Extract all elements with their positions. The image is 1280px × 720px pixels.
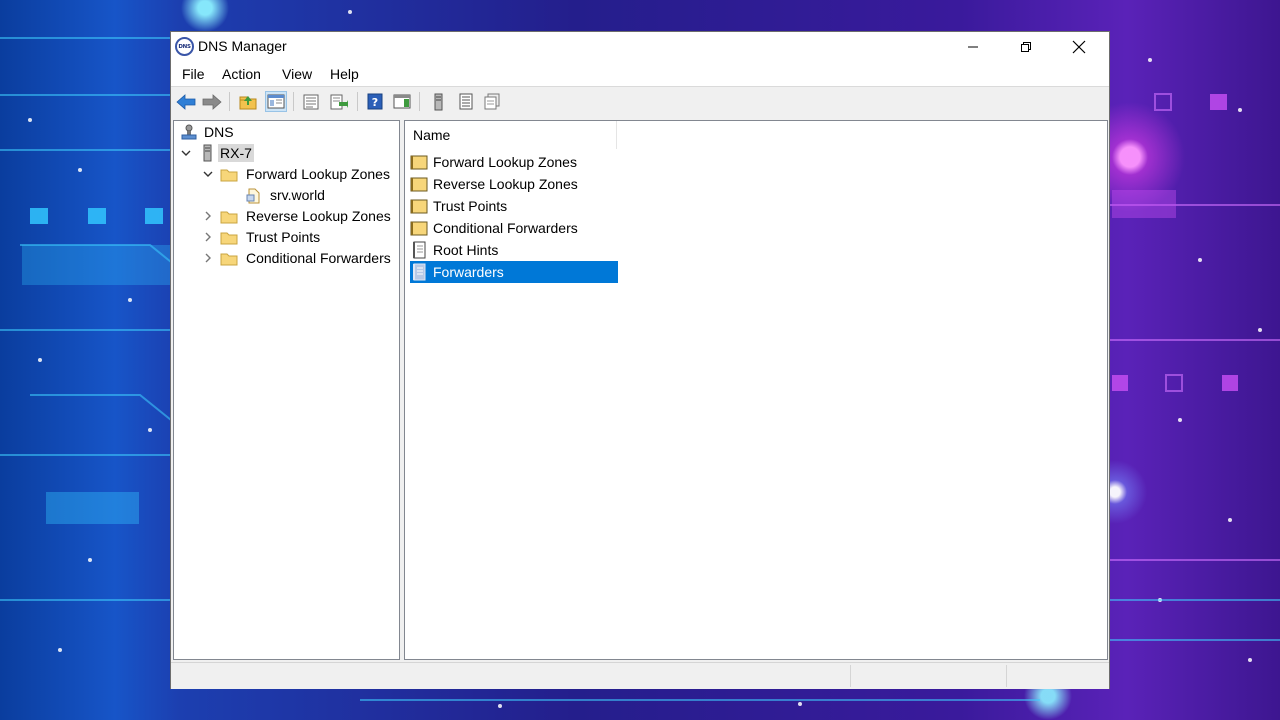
- properties-icon: [303, 94, 319, 109]
- window-title: DNS Manager: [198, 38, 287, 54]
- tree-label-server: RX-7: [218, 144, 254, 162]
- back-button[interactable]: [175, 91, 197, 112]
- back-icon: [176, 93, 196, 110]
- list-item-label: Conditional Forwarders: [433, 220, 578, 236]
- list-item-label: Forward Lookup Zones: [433, 154, 577, 170]
- status-separator: [1006, 665, 1007, 687]
- export-list-icon: [330, 94, 348, 109]
- list-view-icon: [459, 93, 473, 110]
- tree-node-zone[interactable]: srv.world: [244, 185, 327, 205]
- list-item[interactable]: Reverse Lookup Zones: [410, 173, 618, 195]
- toolbar-separator: [229, 92, 230, 111]
- toolbar: ?: [171, 86, 1109, 115]
- status-bar: [171, 662, 1109, 689]
- chevron-right-icon[interactable]: [202, 248, 214, 268]
- toolbar-separator: [357, 92, 358, 111]
- chevron-right-icon[interactable]: [202, 206, 214, 226]
- list-item[interactable]: Root Hints: [410, 239, 618, 261]
- tree-node-conditional-forwarders[interactable]: Conditional Forwarders: [202, 248, 393, 268]
- server-button[interactable]: [427, 91, 449, 112]
- tree-node-trust-points[interactable]: Trust Points: [202, 227, 322, 247]
- dns-root-icon: [180, 124, 198, 140]
- column-header-name[interactable]: Name: [405, 121, 617, 149]
- list-item[interactable]: Trust Points: [410, 195, 618, 217]
- status-separator: [850, 665, 851, 687]
- folder-icon: [410, 220, 428, 236]
- folder-icon: [410, 176, 428, 192]
- folder-icon: [410, 154, 428, 170]
- copy-icon: [484, 93, 500, 110]
- tree-label: Forward Lookup Zones: [246, 166, 390, 182]
- server-icon: [198, 144, 216, 162]
- folder-icon: [220, 250, 238, 266]
- folder-icon: [220, 166, 238, 182]
- console-tree-pane[interactable]: DNS RX-7 Forward Lookup Zones srv.world …: [173, 120, 400, 660]
- close-button[interactable]: [1052, 32, 1106, 62]
- chevron-right-icon[interactable]: [202, 227, 214, 247]
- chevron-down-icon[interactable]: [202, 164, 214, 184]
- menu-view[interactable]: View: [277, 64, 317, 84]
- forward-button[interactable]: [201, 91, 223, 112]
- minimize-button[interactable]: [946, 32, 1000, 62]
- up-level-button[interactable]: [237, 91, 259, 112]
- menu-help[interactable]: Help: [325, 64, 364, 84]
- tree-label: srv.world: [270, 187, 325, 203]
- tree-node-dns[interactable]: DNS: [180, 122, 236, 142]
- toolbar-separator: [293, 92, 294, 111]
- chevron-down-icon[interactable]: [180, 143, 192, 163]
- menu-file[interactable]: File: [177, 64, 210, 84]
- list-item-selected[interactable]: Forwarders: [410, 261, 618, 283]
- minimize-icon: [968, 46, 978, 48]
- show-hide-console-tree-button[interactable]: [265, 91, 287, 112]
- copy-button[interactable]: [481, 91, 503, 112]
- properties-button[interactable]: [300, 91, 322, 112]
- help-icon: ?: [367, 93, 383, 110]
- server-icon: [434, 93, 443, 110]
- folder-icon: [220, 229, 238, 245]
- forwarders-icon: [410, 263, 428, 281]
- svg-text:?: ?: [372, 96, 378, 109]
- zone-icon: [244, 187, 262, 203]
- list-item[interactable]: Conditional Forwarders: [410, 217, 618, 239]
- menu-action[interactable]: Action: [217, 64, 266, 84]
- restore-button[interactable]: [999, 32, 1053, 62]
- up-level-icon: [239, 95, 257, 109]
- document-icon: [410, 241, 428, 259]
- toolbar-separator: [419, 92, 420, 111]
- list-item-label: Reverse Lookup Zones: [433, 176, 578, 192]
- tree-node-server[interactable]: RX-7: [180, 143, 254, 163]
- tree-node-reverse-lookup-zones[interactable]: Reverse Lookup Zones: [202, 206, 393, 226]
- list-item[interactable]: Forward Lookup Zones: [410, 151, 618, 173]
- title-bar[interactable]: DNS DNS Manager: [171, 32, 1109, 62]
- results-pane[interactable]: Name Forward Lookup Zones Reverse Lookup…: [404, 120, 1108, 660]
- tree-label: Trust Points: [246, 229, 321, 245]
- action-pane-button[interactable]: [391, 91, 413, 112]
- restore-icon: [1021, 42, 1031, 52]
- folder-icon: [220, 208, 238, 224]
- list-item-label: Trust Points: [433, 198, 508, 214]
- dns-manager-window: DNS DNS Manager File Action View Help ? …: [171, 32, 1109, 689]
- column-header-label: Name: [413, 127, 451, 143]
- list-item-label: Root Hints: [433, 242, 499, 258]
- help-button[interactable]: ?: [364, 91, 386, 112]
- tree-label-dns: DNS: [204, 124, 234, 140]
- forward-icon: [202, 93, 222, 110]
- export-list-button[interactable]: [328, 91, 350, 112]
- action-pane-icon: [393, 94, 411, 109]
- menu-bar: File Action View Help: [171, 62, 1109, 86]
- folder-icon: [410, 198, 428, 214]
- tree-label: Conditional Forwarders: [246, 250, 391, 266]
- close-icon: [1072, 40, 1086, 54]
- list-view-button[interactable]: [455, 91, 477, 112]
- list-item-label: Forwarders: [433, 264, 504, 280]
- dns-app-icon: DNS: [175, 37, 194, 56]
- show-hide-console-tree-icon: [267, 94, 285, 109]
- tree-label: Reverse Lookup Zones: [246, 208, 391, 224]
- tree-node-forward-lookup-zones[interactable]: Forward Lookup Zones: [202, 164, 392, 184]
